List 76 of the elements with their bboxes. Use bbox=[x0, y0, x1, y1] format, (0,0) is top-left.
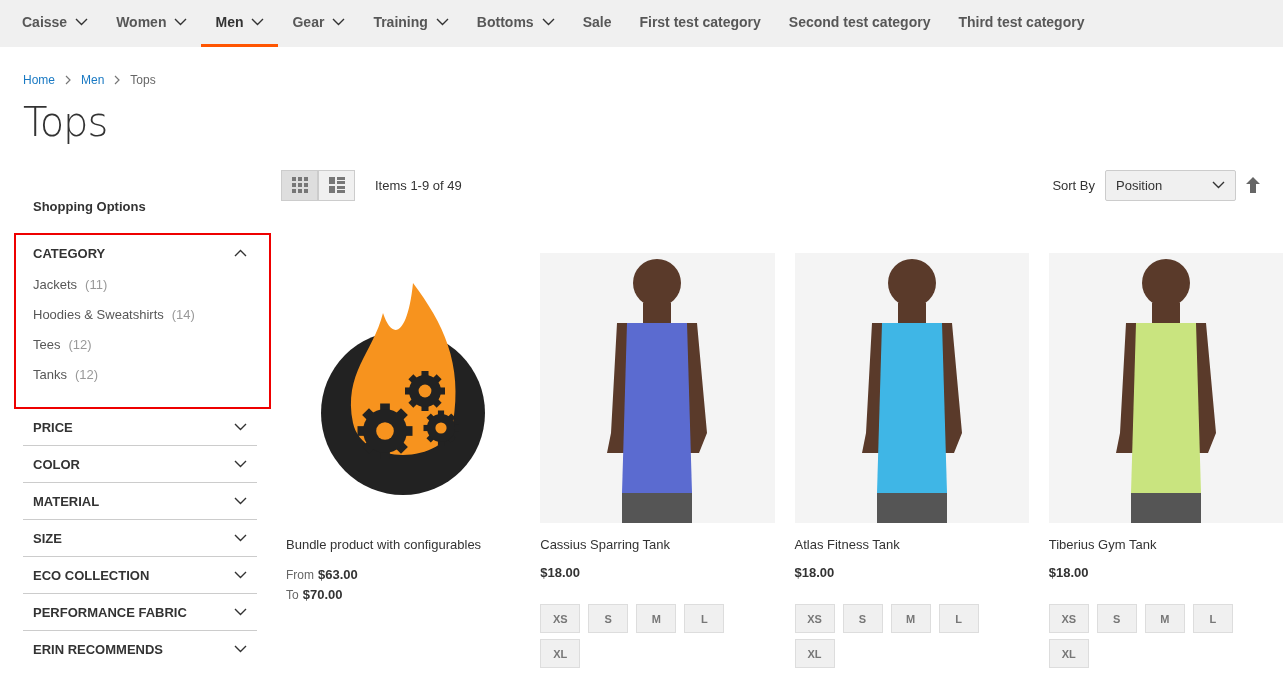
list-view-button[interactable] bbox=[318, 169, 355, 201]
page-title: Tops bbox=[23, 99, 109, 145]
size-swatch[interactable]: S bbox=[588, 604, 629, 633]
filter-option[interactable]: Hoodies & Sweatshirts (14) bbox=[33, 307, 247, 322]
sort-arrow-up-icon[interactable] bbox=[1246, 177, 1260, 193]
product-price: $18.00 bbox=[540, 565, 581, 580]
sort-label: Sort By bbox=[1052, 177, 1095, 193]
chevron-down-icon bbox=[332, 18, 346, 26]
chevron-down-icon bbox=[541, 18, 555, 26]
nav-menu-item[interactable]: Women bbox=[102, 0, 202, 47]
filter-option[interactable]: Tanks (12) bbox=[33, 367, 247, 382]
chevron-down-icon bbox=[234, 645, 247, 653]
chevron-up-icon bbox=[234, 249, 247, 257]
chevron-down-icon bbox=[234, 571, 247, 579]
chevron-down-icon bbox=[234, 460, 247, 468]
size-swatch[interactable]: XS bbox=[540, 604, 581, 633]
product-name[interactable]: Atlas Fitness Tank bbox=[794, 535, 1029, 555]
nav-menu-item[interactable]: Caisse bbox=[8, 0, 103, 47]
chevron-down-icon bbox=[234, 534, 247, 542]
sidebar-heading: Shopping Options bbox=[32, 198, 147, 216]
size-swatch[interactable]: XL bbox=[1048, 639, 1089, 668]
chevron-down-icon bbox=[251, 18, 265, 26]
size-swatch[interactable]: L bbox=[684, 604, 725, 633]
size-swatch[interactable]: M bbox=[890, 604, 931, 633]
price-to: To $70.00 bbox=[286, 586, 344, 604]
chevron-right-icon bbox=[114, 75, 121, 85]
nav-menu-item[interactable]: Men bbox=[201, 0, 279, 47]
chevron-down-icon bbox=[234, 423, 247, 431]
chevron-down-icon bbox=[234, 497, 247, 505]
product-name[interactable]: Bundle product with configurables bbox=[286, 535, 521, 555]
list-icon bbox=[328, 177, 345, 193]
grid-icon bbox=[291, 177, 308, 193]
chevron-down-icon bbox=[174, 18, 188, 26]
product-price: $18.00 bbox=[794, 565, 836, 580]
size-swatch[interactable]: XS bbox=[1048, 604, 1089, 633]
size-swatch[interactable]: S bbox=[1096, 604, 1137, 633]
product-price: $18.00 bbox=[1048, 565, 1090, 580]
nav-menu-item[interactable]: Gear bbox=[278, 0, 360, 47]
filter-option[interactable]: Jackets (11) bbox=[33, 277, 247, 292]
size-swatch[interactable]: S bbox=[842, 604, 883, 633]
filter-header[interactable]: PERFORMANCE FABRIC bbox=[23, 594, 257, 630]
size-swatch[interactable]: XL bbox=[794, 639, 835, 668]
nav-menu-item[interactable]: Training bbox=[359, 0, 463, 47]
size-swatch[interactable]: M bbox=[636, 604, 677, 633]
chevron-down-icon bbox=[234, 608, 247, 616]
chevron-down-icon bbox=[1212, 181, 1225, 189]
filter-option[interactable]: Tees (12) bbox=[33, 337, 247, 352]
nav-menu-item[interactable]: Bottoms bbox=[462, 0, 569, 47]
filter-header[interactable]: COLOR bbox=[23, 446, 257, 482]
breadcrumb-link[interactable]: Men bbox=[81, 73, 105, 87]
nav-menu-item[interactable]: Second test category bbox=[774, 0, 945, 47]
size-swatch[interactable]: XS bbox=[794, 604, 835, 633]
item-count: Items 1-9 of 49 bbox=[375, 177, 463, 193]
size-swatch[interactable]: XL bbox=[540, 639, 581, 668]
product-name[interactable]: Cassius Sparring Tank bbox=[540, 535, 775, 555]
current-page-label: Tops bbox=[130, 73, 156, 87]
filter-header[interactable]: CATEGORY bbox=[23, 235, 257, 271]
chevron-down-icon bbox=[435, 18, 449, 26]
sort-select[interactable]: Position bbox=[1105, 169, 1236, 201]
filter-header[interactable]: SIZE bbox=[23, 520, 257, 556]
filter-header[interactable]: PRICE bbox=[23, 409, 257, 445]
filter-header[interactable]: ERIN RECOMMENDS bbox=[23, 631, 257, 667]
chevron-right-icon bbox=[65, 75, 71, 85]
chevron-down-icon bbox=[75, 18, 89, 26]
size-swatch[interactable]: L bbox=[1192, 604, 1233, 633]
price-from: From $63.00 bbox=[286, 566, 359, 584]
filter-header[interactable]: MATERIAL bbox=[23, 483, 257, 519]
nav-menu-item[interactable]: Sale bbox=[568, 0, 626, 47]
nav-menu-item[interactable]: First test category bbox=[625, 0, 775, 47]
size-swatch[interactable]: M bbox=[1144, 604, 1185, 633]
grid-view-button[interactable] bbox=[281, 169, 318, 201]
nav-menu-item[interactable]: Third test category bbox=[944, 0, 1099, 47]
product-name[interactable]: Tiberius Gym Tank bbox=[1048, 535, 1283, 555]
size-swatch[interactable]: L bbox=[938, 604, 979, 633]
breadcrumb-link[interactable]: Home bbox=[23, 73, 55, 87]
filter-header[interactable]: ECO COLLECTION bbox=[23, 557, 257, 593]
